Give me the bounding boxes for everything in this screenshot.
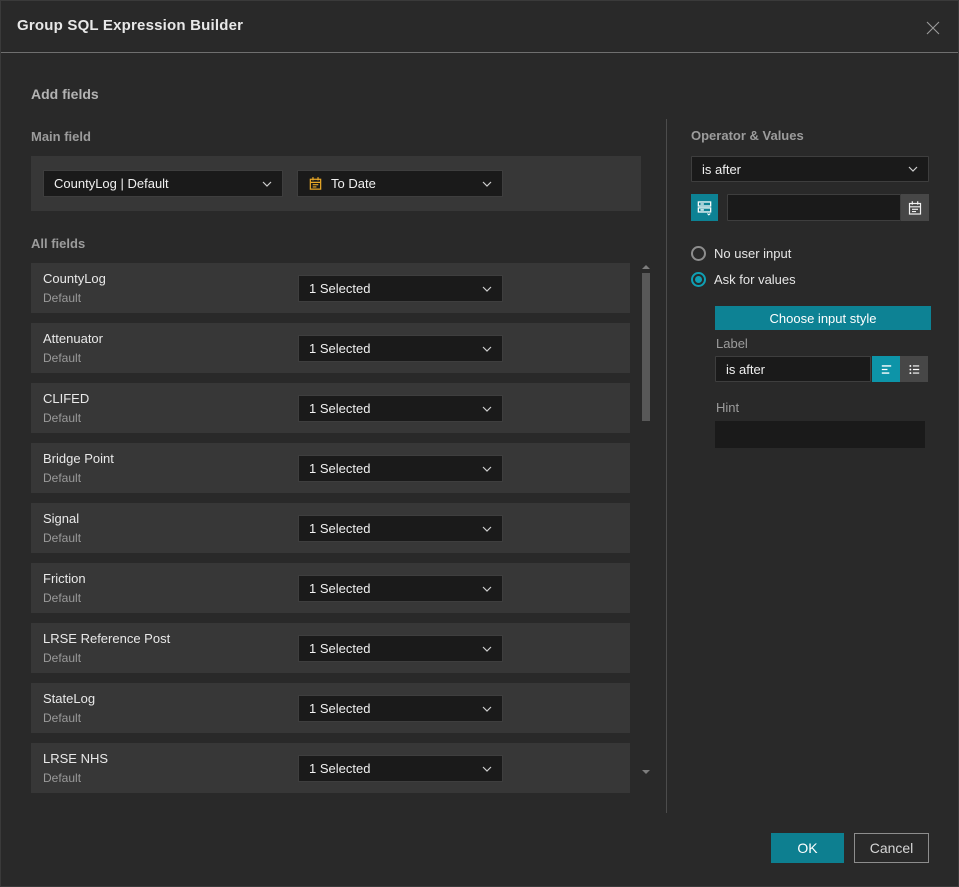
calendar-icon (308, 176, 323, 191)
chevron-down-icon (482, 706, 492, 712)
hint-caption: Hint (716, 400, 740, 415)
field-row: Friction Default 1 Selected (31, 563, 630, 613)
field-row: LRSE Reference Post Default 1 Selected (31, 623, 630, 673)
field-row: LRSE NHS Default 1 Selected (31, 743, 630, 793)
all-fields-list: CountyLog Default 1 Selected Attenuator … (31, 263, 630, 793)
add-fields-heading: Add fields (31, 86, 99, 102)
operator-select-value: is after (702, 161, 742, 177)
main-field-panel: CountyLog | Default To Date (31, 156, 641, 211)
dialog-title: Group SQL Expression Builder (17, 17, 244, 34)
panel-divider (666, 119, 667, 813)
align-left-icon (879, 362, 894, 377)
chevron-down-icon (482, 286, 492, 292)
field-type-select[interactable]: To Date (297, 170, 503, 197)
scrollbar-thumb[interactable] (642, 273, 650, 421)
chevron-down-icon (262, 181, 272, 187)
field-name: LRSE Reference Post (43, 631, 171, 646)
operator-select[interactable]: is after (691, 156, 929, 182)
cancel-button[interactable]: Cancel (854, 833, 929, 863)
radio-circle-icon (691, 246, 706, 261)
label-caption: Label (716, 336, 748, 351)
field-selection-select[interactable]: 1 Selected (298, 455, 503, 482)
group-sql-expression-builder-dialog: Group SQL Expression Builder Add fields … (0, 0, 959, 887)
chevron-down-icon (908, 166, 918, 172)
values-stack-icon (696, 199, 713, 216)
radio-circle-selected-icon (691, 272, 706, 287)
field-subtitle: Default (43, 531, 82, 545)
title-bar: Group SQL Expression Builder (1, 1, 958, 53)
chevron-down-icon (482, 646, 492, 652)
field-selection-select[interactable]: 1 Selected (298, 275, 503, 302)
field-name: Signal (43, 511, 80, 526)
field-name: CountyLog (43, 271, 106, 286)
calendar-icon (907, 200, 923, 216)
field-name: LRSE NHS (43, 751, 109, 766)
field-name: CLIFED (43, 391, 90, 406)
choose-input-style-button[interactable]: Choose input style (715, 306, 931, 330)
field-row: CLIFED Default 1 Selected (31, 383, 630, 433)
value-source-button[interactable] (691, 194, 718, 221)
chevron-down-icon (482, 346, 492, 352)
bullet-list-icon (907, 362, 922, 377)
date-picker-button[interactable] (901, 194, 929, 221)
field-row: StateLog Default 1 Selected (31, 683, 630, 733)
main-field-heading: Main field (31, 129, 91, 144)
field-row: Signal Default 1 Selected (31, 503, 630, 553)
chevron-down-icon (482, 586, 492, 592)
field-row: Bridge Point Default 1 Selected (31, 443, 630, 493)
input-style-list-button[interactable] (900, 356, 928, 382)
field-type-select-value: To Date (331, 176, 376, 191)
field-name: Friction (43, 571, 86, 586)
chevron-down-icon (482, 466, 492, 472)
chevron-down-icon (482, 526, 492, 532)
chevron-down-icon (482, 766, 492, 772)
chevron-down-icon (482, 181, 492, 187)
field-selection-select[interactable]: 1 Selected (298, 575, 503, 602)
list-scrollbar[interactable] (642, 263, 650, 776)
field-selection-select[interactable]: 1 Selected (298, 395, 503, 422)
scrollbar-down-arrow-icon[interactable] (642, 768, 650, 776)
field-subtitle: Default (43, 651, 82, 665)
main-field-select-value: CountyLog | Default (54, 176, 169, 191)
main-field-select[interactable]: CountyLog | Default (43, 170, 283, 197)
field-subtitle: Default (43, 351, 82, 365)
field-subtitle: Default (43, 711, 82, 725)
field-row: CountyLog Default 1 Selected (31, 263, 630, 313)
radio-no-user-input[interactable]: No user input (691, 246, 791, 261)
field-selection-select[interactable]: 1 Selected (298, 635, 503, 662)
field-subtitle: Default (43, 771, 82, 785)
input-style-text-button[interactable] (872, 356, 900, 382)
field-selection-select[interactable]: 1 Selected (298, 695, 503, 722)
chevron-down-icon (482, 406, 492, 412)
field-name: Bridge Point (43, 451, 114, 466)
field-row: Attenuator Default 1 Selected (31, 323, 630, 373)
field-name: Attenuator (43, 331, 103, 346)
field-subtitle: Default (43, 291, 82, 305)
field-subtitle: Default (43, 471, 82, 485)
operator-values-heading: Operator & Values (691, 128, 804, 143)
radio-ask-for-values[interactable]: Ask for values (691, 272, 796, 287)
field-selection-select[interactable]: 1 Selected (298, 755, 503, 782)
ok-button[interactable]: OK (771, 833, 844, 863)
field-subtitle: Default (43, 411, 82, 425)
scrollbar-up-arrow-icon[interactable] (642, 263, 650, 271)
value-input[interactable] (727, 194, 901, 221)
hint-input[interactable] (715, 421, 925, 448)
label-input[interactable] (715, 356, 871, 382)
field-selection-select[interactable]: 1 Selected (298, 335, 503, 362)
field-selection-select[interactable]: 1 Selected (298, 515, 503, 542)
all-fields-heading: All fields (31, 236, 86, 251)
field-name: StateLog (43, 691, 96, 706)
close-icon[interactable] (922, 17, 944, 39)
field-subtitle: Default (43, 591, 82, 605)
